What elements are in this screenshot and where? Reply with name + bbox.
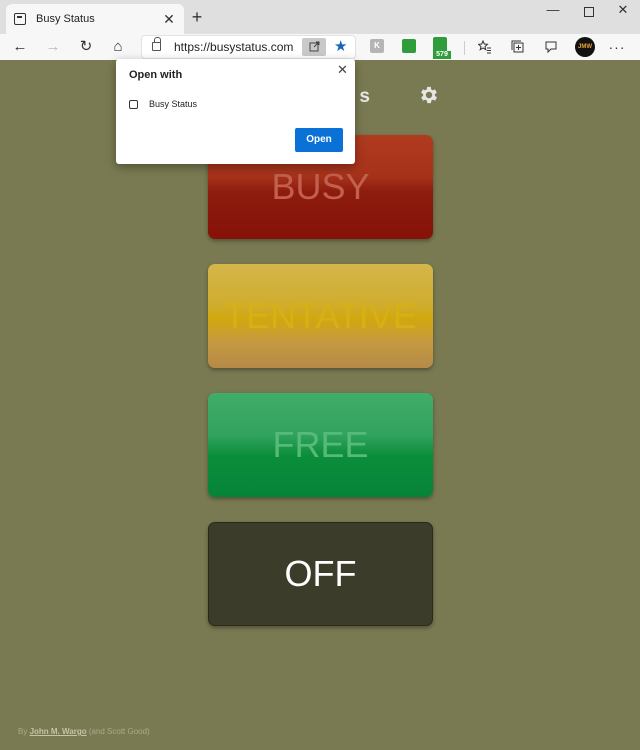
address-url[interactable]: https://busystatus.com [174,40,293,54]
calendar-app-icon [129,100,138,109]
extension-counter-badge: 579 [433,51,451,59]
favorite-star-icon[interactable]: ★ [334,37,347,55]
calendar-favicon-icon [14,13,26,25]
open-button[interactable]: Open [295,128,343,152]
extension-counter-icon[interactable]: 579 [433,37,451,59]
open-in-app-icon[interactable] [302,38,326,56]
home-button[interactable]: ⌂ [108,37,128,57]
tentative-button[interactable]: TENTATIVE [208,264,433,368]
forward-button[interactable]: → [43,37,63,57]
back-button[interactable]: ← [10,37,30,57]
new-tab-button[interactable]: + [189,8,205,26]
toolbar-divider [464,41,465,55]
browser-toolbar: ← → ↻ ⌂ https://busystatus.com ★ K 579 J… [0,34,640,60]
window-close-button[interactable]: ✕ [608,2,638,22]
refresh-button[interactable]: ↻ [76,37,96,57]
free-button[interactable]: FREE [208,393,433,497]
tab-title: Busy Status [36,13,95,25]
footer-prefix: By [18,727,30,736]
open-with-popup: Open with ✕ Busy Status Open [116,59,355,164]
address-bar[interactable]: https://busystatus.com ★ [141,35,356,59]
popup-close-icon[interactable]: ✕ [337,62,348,78]
favorites-icon[interactable] [475,37,495,57]
feedback-icon[interactable] [541,37,561,57]
author-link[interactable]: John M. Wargo [30,727,87,736]
footer-credits: By John M. Wargo (and Scott Good) [18,727,150,736]
collections-icon[interactable] [508,37,528,57]
lock-icon [152,37,161,51]
maximize-icon [584,7,594,17]
popup-app-name[interactable]: Busy Status [149,99,197,109]
extension-k-icon[interactable]: K [370,39,384,53]
tab-strip: Busy Status ✕ + — ✕ [0,0,640,34]
off-button[interactable]: OFF [208,522,433,626]
more-menu-icon[interactable]: ··· [607,37,627,57]
profile-avatar[interactable]: JMW [575,37,595,57]
extension-green-icon[interactable] [402,39,416,53]
gear-icon[interactable] [418,84,440,106]
maximize-button[interactable] [574,2,604,22]
popup-title: Open with [129,69,183,81]
footer-suffix: (and Scott Good) [86,727,150,736]
minimize-button[interactable]: — [538,2,568,22]
tab-close-icon[interactable]: ✕ [162,11,176,28]
browser-tab[interactable]: Busy Status ✕ [6,4,184,34]
